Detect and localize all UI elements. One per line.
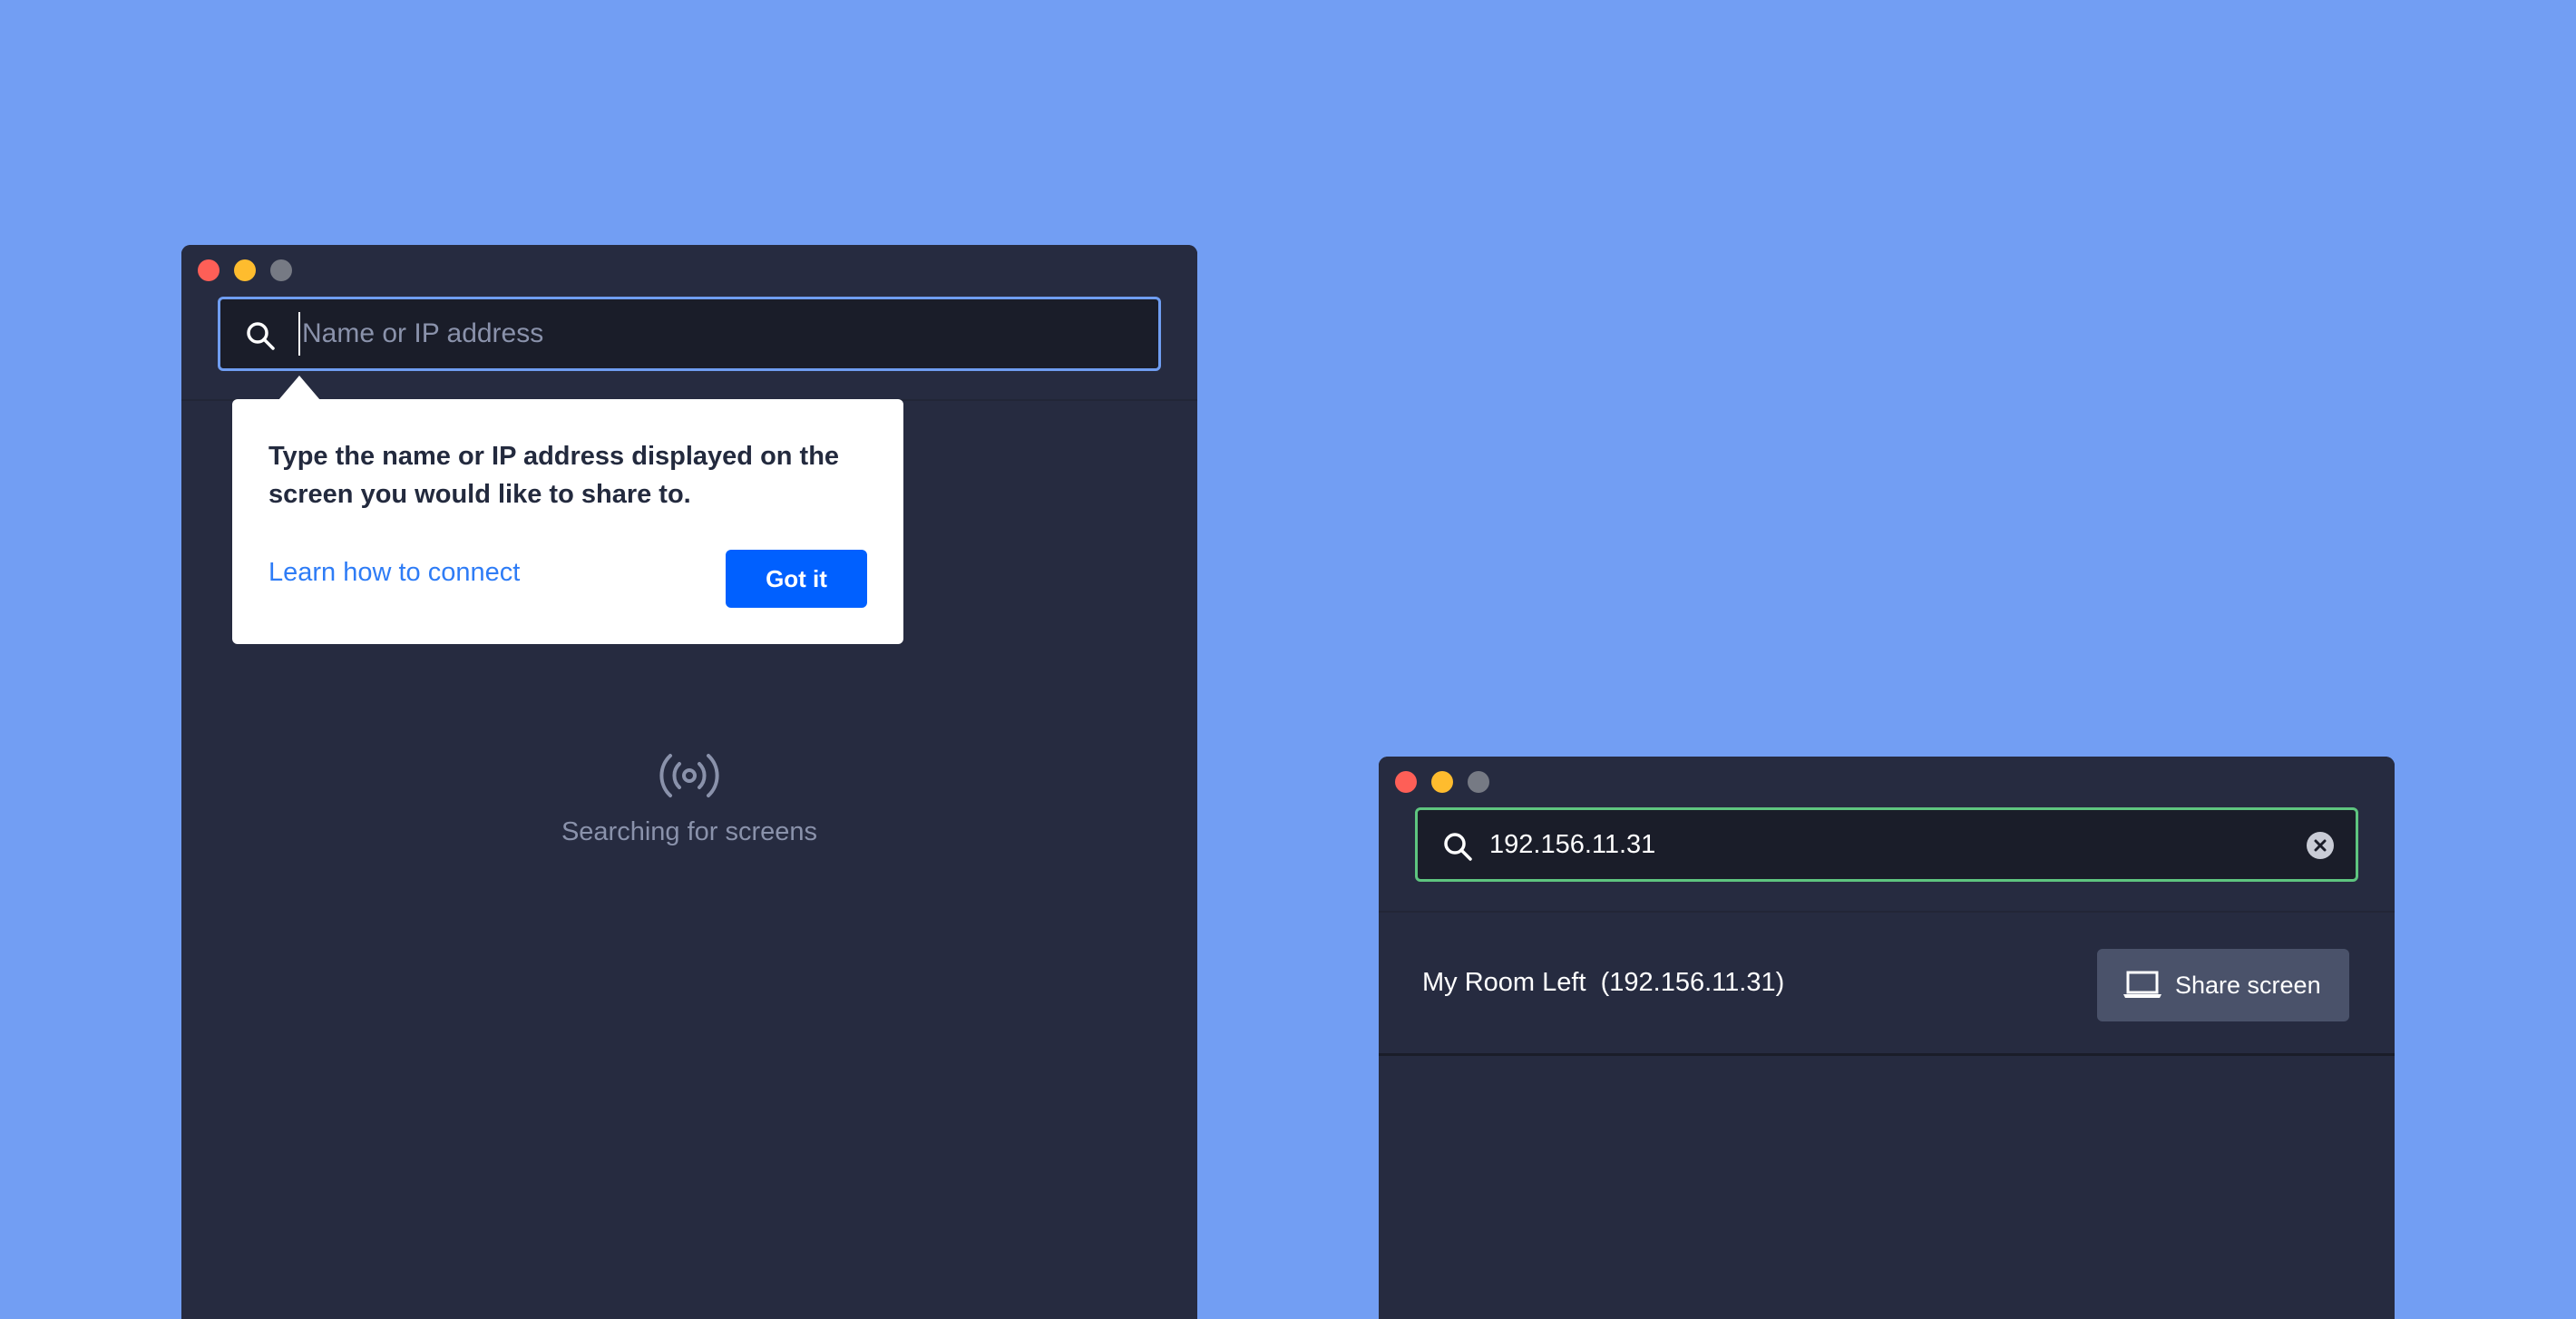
minimize-window-button[interactable]: [1431, 771, 1453, 793]
app-window-results: 192.156.11.31 My Room Left (192.156.11.3…: [1379, 757, 2395, 1319]
screen-name: My Room Left (192.156.11.31): [1422, 968, 1785, 997]
close-window-button[interactable]: [198, 259, 220, 281]
search-input[interactable]: 192.156.11.31: [1415, 807, 2358, 882]
text-caret: [298, 312, 300, 356]
search-icon: [247, 322, 275, 350]
list-item[interactable]: My Room Left (192.156.11.31) Share scree…: [1379, 913, 2395, 1056]
search-value: 192.156.11.31: [1489, 830, 1656, 859]
app-window-searching: Name or IP address Type the name or IP a…: [181, 245, 1197, 1319]
close-window-button[interactable]: [1395, 771, 1417, 793]
broadcast-icon: [659, 754, 719, 797]
share-screen-label: Share screen: [2175, 972, 2321, 999]
search-icon: [1444, 833, 1472, 861]
minimize-window-button[interactable]: [234, 259, 256, 281]
clear-search-button[interactable]: [2307, 832, 2334, 859]
laptop-icon: [2123, 971, 2161, 998]
got-it-button[interactable]: Got it: [726, 550, 867, 608]
searching-label: Searching for screens: [561, 817, 818, 846]
searching-status: Searching for screens: [181, 753, 1197, 847]
window-header: Name or IP address: [181, 245, 1197, 399]
onboarding-tooltip: Type the name or IP address displayed on…: [232, 399, 903, 644]
tooltip-arrow: [278, 376, 320, 400]
share-screen-button[interactable]: Share screen: [2097, 949, 2349, 1021]
zoom-window-button[interactable]: [270, 259, 292, 281]
clear-icon: [2314, 839, 2327, 852]
learn-how-to-connect-link[interactable]: Learn how to connect: [268, 553, 520, 591]
search-input[interactable]: Name or IP address: [218, 297, 1161, 371]
search-placeholder: Name or IP address: [302, 318, 544, 348]
tooltip-message: Type the name or IP address displayed on…: [268, 442, 840, 509]
window-header: 192.156.11.31: [1379, 757, 2395, 911]
zoom-window-button[interactable]: [1468, 771, 1489, 793]
